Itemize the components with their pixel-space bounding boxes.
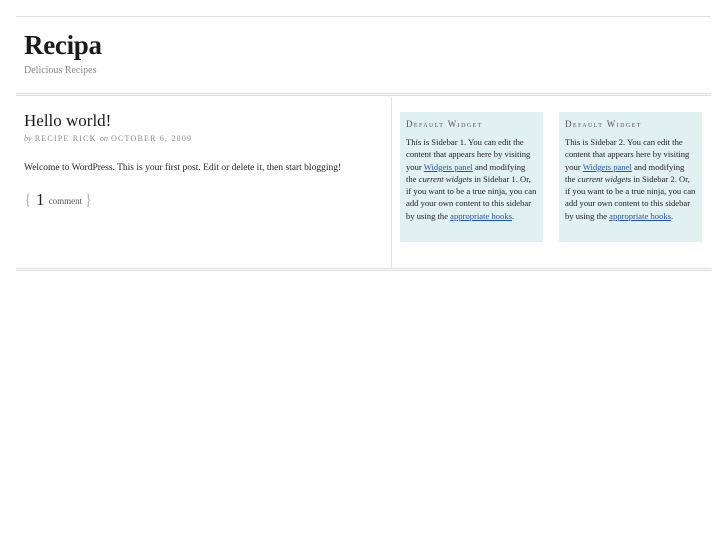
top-divider	[16, 16, 711, 17]
widget-text: This is Sidebar 2. You can edit the cont…	[565, 136, 696, 222]
widget-text-emphasis: current widgets	[418, 173, 473, 184]
comment-open-brace: {	[24, 192, 32, 209]
post-date: OCTOBER 6, 2009	[111, 134, 193, 143]
comment-close-brace: }	[84, 192, 93, 209]
comment-label: comment	[48, 196, 83, 206]
post-content: Welcome to WordPress. This is your first…	[24, 163, 342, 173]
header-divider	[16, 93, 711, 96]
widget-title: Default Widget	[406, 119, 483, 129]
appropriate-hooks-link[interactable]: appropriate hooks	[609, 211, 671, 221]
post-title-link[interactable]: Hello world!	[24, 111, 111, 131]
widget-text-part: .	[511, 210, 515, 221]
sidebar-2-widget: Default Widget This is Sidebar 2. You ca…	[559, 112, 702, 242]
widgets-panel-link[interactable]: Widgets panel	[424, 162, 473, 172]
widget-title: Default Widget	[565, 119, 642, 129]
post-author-link[interactable]: RECIPE RICK	[35, 134, 97, 143]
post-meta-on: on	[99, 134, 108, 143]
site-tagline: Delicious Recipes	[24, 65, 97, 76]
widget-text: This is Sidebar 1. You can edit the cont…	[406, 136, 537, 222]
appropriate-hooks-link[interactable]: appropriate hooks	[450, 211, 512, 221]
site-title-link[interactable]: Recipa	[24, 30, 102, 61]
comments-link[interactable]: { 1 comment }	[24, 190, 92, 210]
widget-text-part: .	[670, 210, 674, 221]
post-meta: by RECIPE RICK on OCTOBER 6, 2009	[24, 134, 192, 143]
post-meta-by: by	[24, 134, 32, 143]
comment-count: 1	[35, 190, 45, 209]
footer-divider	[16, 268, 711, 271]
content-sidebar-divider	[391, 97, 392, 268]
widgets-panel-link[interactable]: Widgets panel	[583, 162, 632, 172]
sidebar-1-widget: Default Widget This is Sidebar 1. You ca…	[400, 112, 543, 242]
widget-text-emphasis: current widgets	[577, 173, 632, 184]
